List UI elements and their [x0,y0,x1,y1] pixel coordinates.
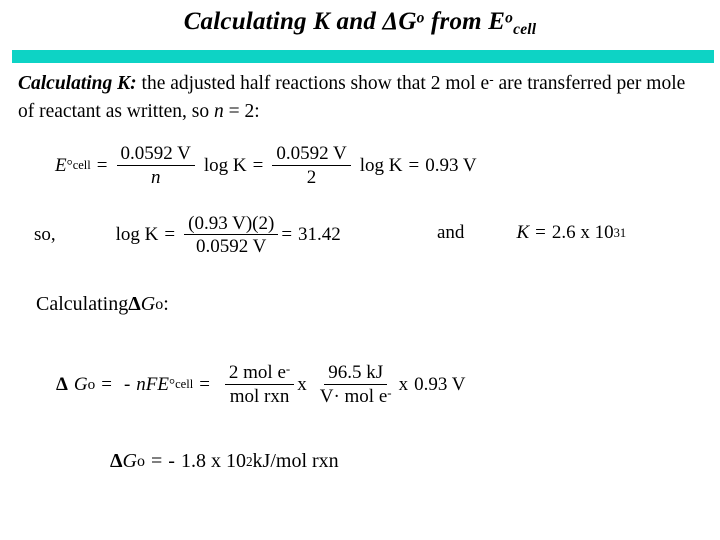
multiplication-sign-1: x [297,373,307,395]
log-k-label: log K [115,224,159,246]
delta-symbol-final: Δ [110,450,123,472]
symbol-K: K [516,222,530,243]
title-subscript-cell: cell [513,20,537,38]
intro-body-line1: the adjusted half reactions show that 2 … [136,73,490,94]
fraction-numerator-text: 2 mol e [228,362,286,384]
title-degree-2: o [505,9,514,27]
equals-sign-3: = [408,154,420,176]
denominator-mol-e: mol e [339,386,388,408]
log-k-text-1: log K [203,154,247,176]
equation-delta-g-row: Δ Go = - nFE ° cell = 2 mol e- mol rxn x 9… [56,361,466,408]
minus-sign-dg: - [123,373,131,395]
equals-sign-final: = [151,450,163,472]
degree-sign-final: o [137,452,145,470]
equation-ecell-row: E ° cell = 0.0592 V n log K = 0.0592 V 2 l… [55,143,477,189]
subscript-cell-nfe: cell [175,377,194,392]
equation-final-result-row: Δ Go = - 1.8 x 10 2 kJ/mol rxn [110,450,339,473]
minus-sign-final: - [168,450,175,472]
multiplication-sign-2: x [398,373,409,395]
degree-sign-dg: o [87,375,96,393]
ecell-result-value: 0.93 V [425,154,477,176]
heading-colon: : [163,293,169,315]
fraction-nernst-2: 0.0592 V 2 [272,143,351,189]
equals-sign-dg-1: = [101,373,112,395]
log-k-term-1: log K [204,155,247,177]
equals-sign-1: = [96,154,108,176]
nfe-term: nFE [136,373,170,395]
calculating-delta-g-heading: Calculating Δ Go : [36,293,169,316]
intro-body-line2-b: = 2: [223,100,260,122]
intro-lead-label: Calculating K: [18,73,137,94]
final-exponent: 2 [245,453,253,469]
fraction-mol-electrons: 2 mol e- mol rxn [224,361,295,408]
symbol-E: E [55,154,67,176]
g-symbol-final: G [122,450,137,472]
final-voltage-factor: 0.93 V [414,373,466,395]
so-label: so, [34,224,56,246]
degree-sign-heading: o [155,295,164,313]
and-label: and [437,222,465,243]
electron-charge-superscript: - [285,361,291,376]
delta-symbol-heading: Δ [128,293,141,315]
equation-k-value-row: and K = 2.6 x 10 31 [437,222,626,244]
equals-sign-logk-1: = [164,224,176,246]
denominator-volt: V [319,386,334,408]
fraction-numerator: 2 mol e- [224,361,295,386]
log-k-term-2: log K [359,154,403,176]
equals-sign-k: = [535,222,546,243]
g-symbol-heading: G [140,293,156,315]
slide-title: Calculating K and ΔGo from Eocell [0,8,720,39]
final-units: kJ/mol rxn [252,450,339,472]
k-value-exponent: 31 [613,225,627,240]
equals-sign-logk-2: = [281,224,293,246]
slide-canvas: Calculating K and ΔGo from Eocell Calcul… [0,0,720,540]
fraction-denominator: 0.0592 V [196,236,267,258]
fraction-numerator: (0.93 V)(2) [184,213,279,236]
title-degree-1: o [416,9,425,27]
equals-sign-dg-2: = [199,373,210,395]
title-delta-g: ΔG [382,8,417,35]
final-mantissa: 1.8 x 10 [180,450,246,472]
intro-variable-n: n [214,100,224,122]
equation-logk-row: so, log K = (0.93 V)(2) 0.0592 V = 31.42 [34,213,341,258]
title-part-1: Calculating K and [183,8,383,35]
title-divider-bar [12,50,714,63]
fraction-faraday-constant: 96.5 kJ V· mol e- [316,362,396,408]
g-symbol-dg: G [73,373,88,395]
equals-sign-2: = [252,154,264,176]
fraction-denominator: n [150,167,161,189]
intro-paragraph: Calculating K: the adjusted half reactio… [18,70,702,125]
k-value-mantissa: 2.6 x 10 [551,222,614,243]
fraction-numerator: 0.0592 V [116,143,195,167]
fraction-denominator: 2 [306,167,317,189]
fraction-numerator: 0.0592 V [272,143,351,167]
electron-charge-superscript: - [387,385,392,401]
fraction-denominator: V· mol e- [316,385,396,408]
fraction-denominator: mol rxn [229,386,290,408]
logk-result-value: 31.42 [298,224,341,246]
fraction-numerator: 96.5 kJ [324,362,388,386]
fraction-nernst-n: 0.0592 V n [116,143,195,189]
fraction-logk-calc: (0.93 V)(2) 0.0592 V [184,213,279,258]
intro-body-line1-end: are [493,73,523,94]
calculating-word: Calculating [36,293,129,315]
title-part-2: from E [424,8,506,35]
delta-symbol-dg: Δ [56,373,68,395]
subscript-cell-E: cell [72,158,91,173]
